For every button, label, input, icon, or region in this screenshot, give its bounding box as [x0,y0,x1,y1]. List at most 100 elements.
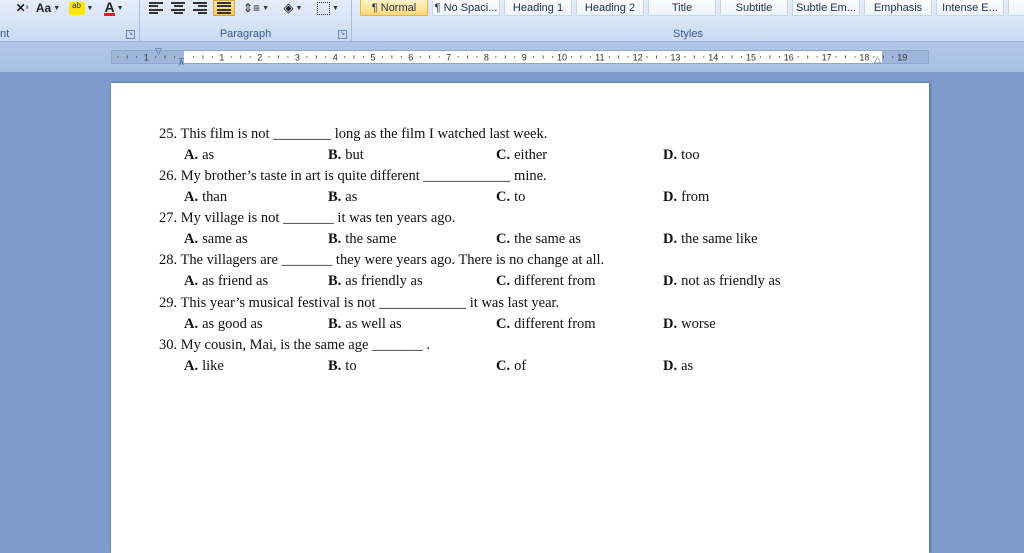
first-line-indent-marker[interactable]: ▽ [155,47,162,56]
style-label: ¶ Normal [371,1,417,14]
font-group: ✕ ᵃ Aa ▼ ab ▼ A ▼ nt ↘ [0,0,140,41]
ruler-number: 9 [522,53,527,63]
option-b: B. to [328,358,357,374]
ruler-number: 18 [859,53,869,63]
style-intense-emphasis[interactable]: Intense E... [936,0,1004,16]
style-more[interactable] [1008,0,1024,16]
align-center-button[interactable] [168,0,188,16]
align-right-icon [193,2,207,14]
option-d: D. worse [663,316,716,332]
style-subtle-emphasis[interactable]: Subtle Em... [792,0,860,16]
option-a: A. as good as [184,316,263,332]
font-group-label: nt [0,28,10,40]
paragraph-dialog-launcher-icon[interactable]: ↘ [338,30,347,39]
shading-button[interactable]: ◈ ▼ [278,0,308,16]
option-c: C. of [496,358,527,374]
shading-icon: ◈ [283,0,294,15]
option-b: B. but [328,147,364,163]
change-case-button[interactable]: Aa ▼ [35,0,61,16]
option-b: B. the same [328,231,397,247]
ruler-ticks: 2112345678910111213141516171819 [117,53,907,63]
question-text: 28. The villagers are _______ they were … [159,252,605,268]
clear-format-icon: ✕ [15,1,26,15]
chevron-down-icon: ▼ [262,4,269,12]
clear-formatting-button[interactable]: ✕ ᵃ [10,0,34,16]
style-subtitle[interactable]: Subtitle [720,0,788,16]
styles-group-label: Styles [673,28,703,40]
document-page[interactable]: 25. This film is not ________ long as th… [111,83,929,553]
option-a: A. as [184,147,215,163]
justify-button[interactable] [213,0,235,16]
ribbon: ✕ ᵃ Aa ▼ ab ▼ A ▼ nt ↘ ⇕≡ ▼ ◈ ▼ ▼ Paragr… [0,0,1024,42]
option-a: A. as friend as [184,273,269,289]
borders-icon [317,1,331,15]
ruler-number: 10 [557,53,567,63]
ruler-number: 17 [822,53,832,63]
ruler-number: 6 [408,53,413,63]
style-label: Subtle Em... [796,1,856,14]
ruler-number: 11 [595,53,604,63]
option-d: D. not as friendly as [663,273,781,289]
ruler-number: 13 [670,53,680,63]
ruler-number: 14 [708,53,718,63]
question-text: 25. This film is not ________ long as th… [159,126,548,142]
option-a: A. than [184,189,228,205]
style-label: Heading 2 [584,1,636,14]
align-left-icon [149,2,163,14]
paragraph-group-label: Paragraph [219,28,272,40]
style-label: Intense E... [942,1,998,14]
ruler-number: 8 [484,53,489,63]
horizontal-ruler[interactable]: 2112345678910111213141516171819 [111,50,929,64]
line-spacing-button[interactable]: ⇕≡ ▼ [242,0,270,16]
right-indent-marker[interactable]: △ [874,55,881,64]
option-a: A. same as [184,231,248,247]
highlight-button[interactable]: ab ▼ [66,0,96,16]
line-spacing-icon: ⇕≡ [243,1,261,15]
option-c: C. the same as [496,231,581,247]
ruler-number: 1 [144,53,149,63]
chevron-down-icon: ▼ [86,4,94,12]
ruler-number: 5 [370,53,375,63]
option-c: C. different from [496,316,596,332]
align-right-button[interactable] [190,0,210,16]
ruler-number: 15 [746,53,756,63]
font-dialog-launcher-icon[interactable]: ↘ [126,30,135,39]
chevron-down-icon: ▼ [295,4,303,12]
styles-group: ¶ Normal ¶ No Spaci... Heading 1 Heading… [352,0,1024,41]
ruler-number: 1 [219,53,224,63]
ruler-number: 7 [446,53,451,63]
option-b: B. as friendly as [328,273,423,289]
ruler-number: 16 [784,53,794,63]
chevron-down-icon: ▼ [116,4,124,12]
option-b: B. as [328,189,358,205]
option-a: A. like [184,358,224,374]
align-center-icon [171,2,185,14]
style-title[interactable]: Title [648,0,716,16]
option-d: D. the same like [663,231,758,247]
option-b: B. as well as [328,316,402,332]
option-d: D. from [663,189,710,205]
style-label: Subtitle [735,1,773,14]
question-text: 27. My village is not _______ it was ten… [159,210,456,226]
question-text: 26. My brother’s taste in art is quite d… [159,168,547,184]
font-color-button[interactable]: A ▼ [99,0,129,16]
borders-button[interactable]: ▼ [313,0,343,16]
style-label: Heading 1 [512,1,564,14]
option-d: D. as [663,358,694,374]
style-emphasis[interactable]: Emphasis [864,0,932,16]
ruler-number: 3 [295,53,300,63]
chevron-down-icon: ▼ [332,4,339,12]
style-heading-2[interactable]: Heading 2 [576,0,644,16]
chevron-down-icon: ▼ [53,4,61,12]
align-left-button[interactable] [146,0,166,16]
ruler-number: 12 [633,53,643,63]
option-c: C. different from [496,273,596,289]
style-label: ¶ No Spaci... [434,1,498,14]
highlighter-icon: ab [68,1,85,15]
hanging-indent-marker[interactable]: ⊼ [178,58,185,67]
style-no-spacing[interactable]: ¶ No Spaci... [432,0,500,16]
change-case-label: Aa [35,1,52,15]
style-heading-1[interactable]: Heading 1 [504,0,572,16]
style-normal[interactable]: ¶ Normal [360,0,428,16]
option-c: C. either [496,147,548,163]
